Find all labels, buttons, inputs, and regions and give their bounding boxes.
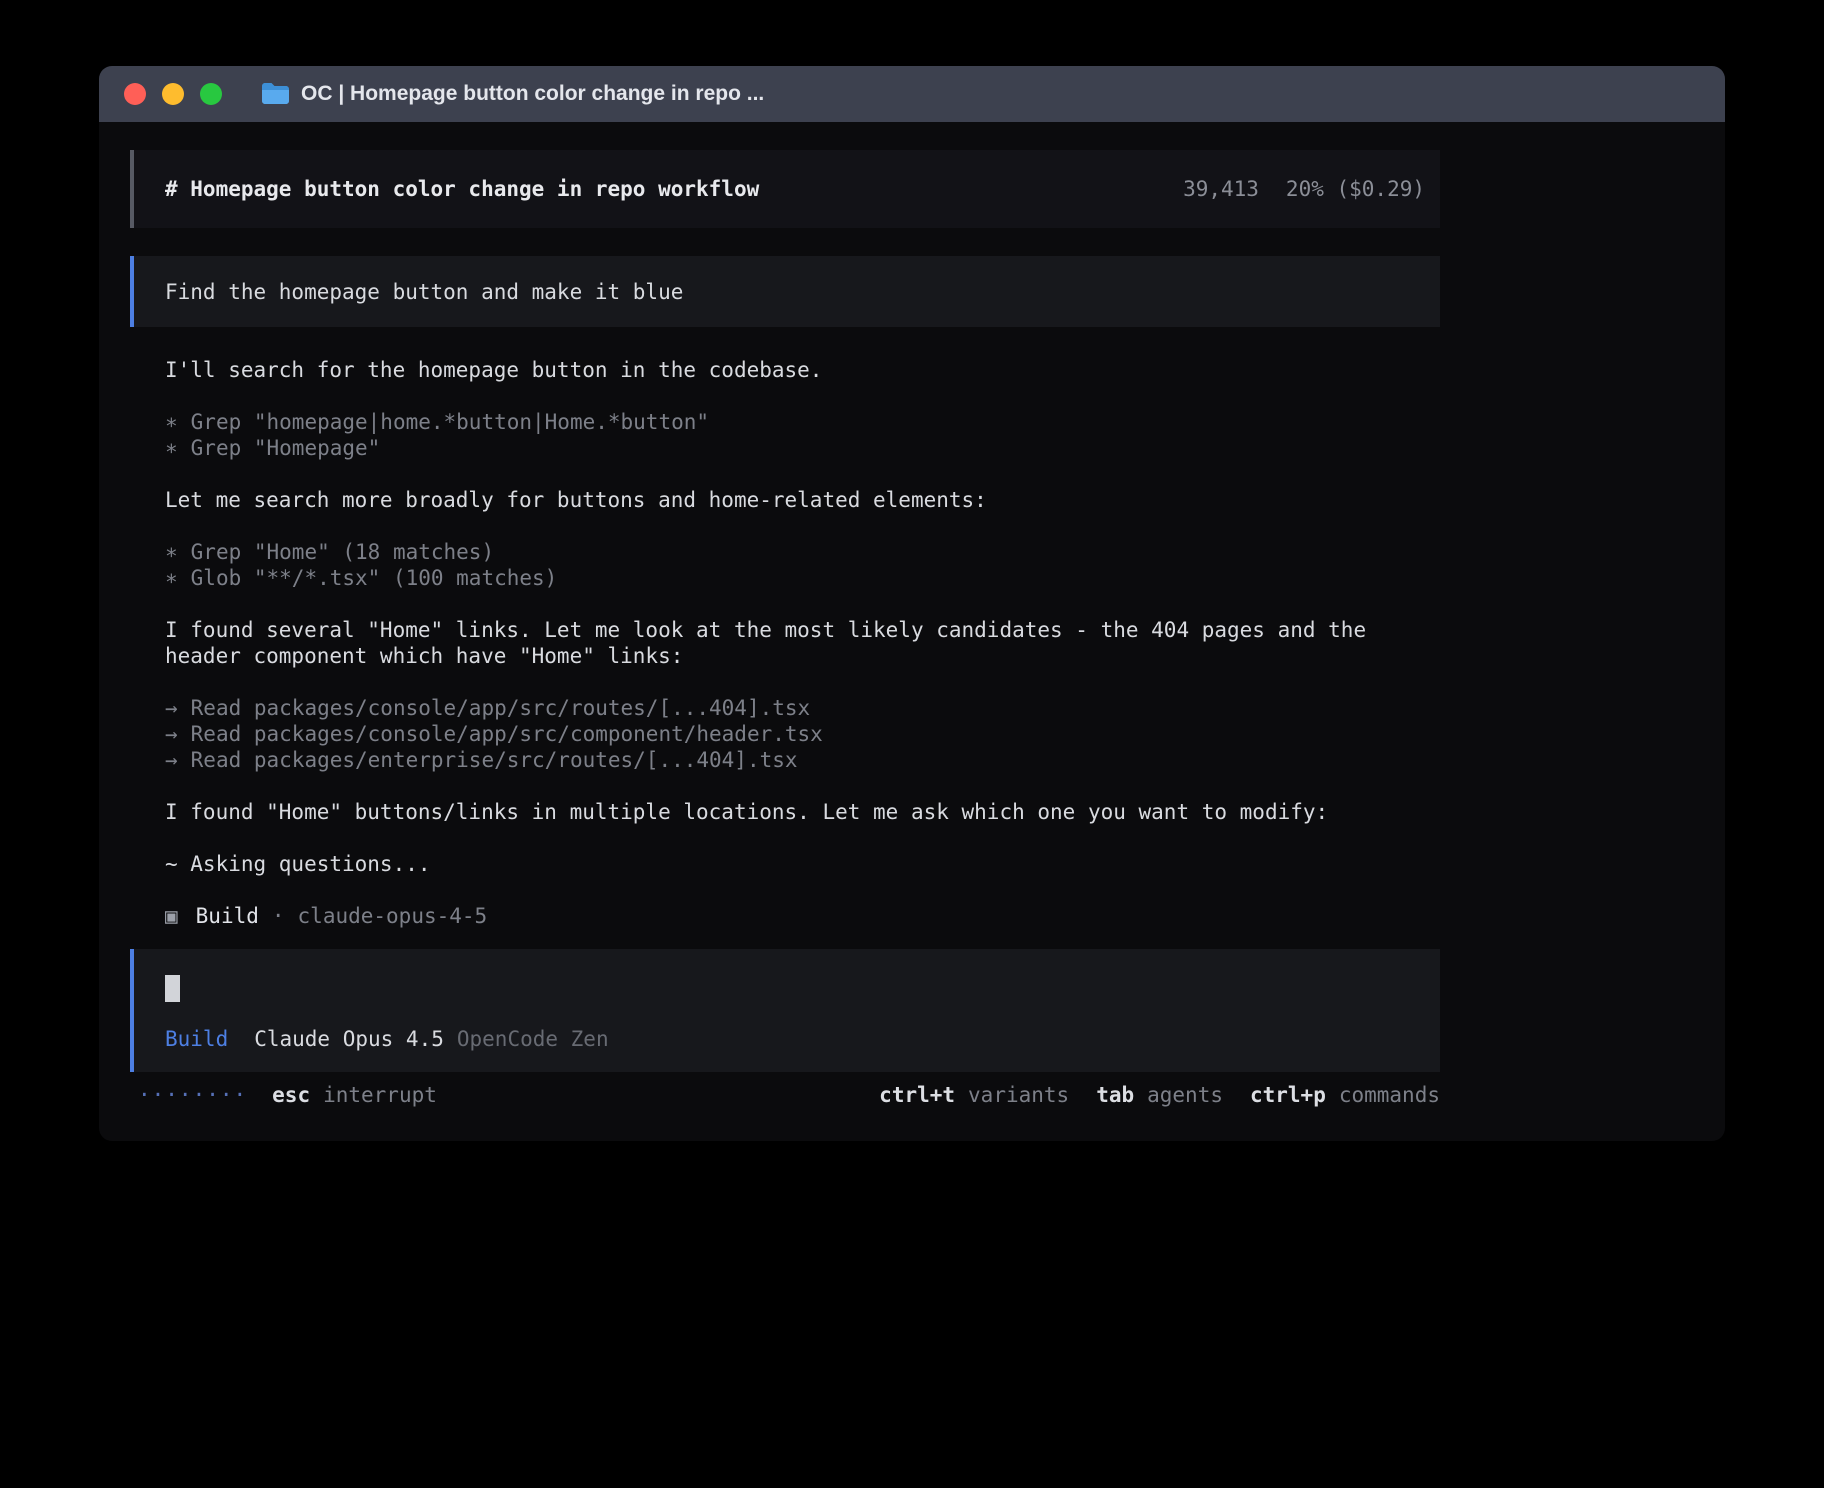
token-count: 39,413: [1183, 176, 1259, 202]
tool-call-text: Read packages/console/app/src/component/…: [191, 721, 823, 747]
tool-bullet-icon: ∗: [165, 435, 178, 461]
agent-name: Build: [196, 903, 259, 929]
tool-call: ∗ Grep "Homepage": [165, 435, 1440, 461]
model-name: Claude Opus 4.5: [254, 1026, 444, 1052]
session-meta: 39,413 20% ($0.29): [1183, 176, 1425, 202]
hint-label: interrupt: [323, 1082, 437, 1108]
tool-call-group: → Read packages/console/app/src/routes/[…: [165, 695, 1440, 773]
input-meta: Build Claude Opus 4.5 OpenCode Zen: [165, 1026, 1409, 1052]
key-tab: tab: [1096, 1082, 1134, 1108]
terminal-content: # Homepage button color change in repo w…: [99, 122, 1725, 1108]
traffic-lights: [124, 83, 222, 105]
assistant-message: I found "Home" buttons/links in multiple…: [165, 799, 1440, 825]
conversation: I'll search for the homepage button in t…: [130, 357, 1440, 929]
session-title: # Homepage button color change in repo w…: [165, 176, 759, 202]
hint-label: commands: [1339, 1082, 1440, 1108]
key-esc: esc: [272, 1082, 310, 1108]
titlebar[interactable]: OC | Homepage button color change in rep…: [99, 66, 1725, 122]
status-bar-left: ········ esc interrupt: [138, 1082, 437, 1108]
spinner-dots: ········: [138, 1082, 247, 1108]
tool-call: ∗ Grep "homepage|home.*button|Home.*butt…: [165, 409, 1440, 435]
agent-icon: ▣: [165, 903, 178, 929]
user-message: Find the homepage button and make it blu…: [130, 256, 1440, 327]
tool-call-text: Grep "Homepage": [191, 435, 381, 461]
tool-call-text: Grep "Home" (18 matches): [191, 539, 494, 565]
close-button[interactable]: [124, 83, 146, 105]
hint-label: agents: [1147, 1082, 1223, 1108]
prompt-input[interactable]: Build Claude Opus 4.5 OpenCode Zen: [130, 949, 1440, 1072]
tool-arrow-icon: →: [165, 721, 178, 747]
hint-agents: tab agents: [1096, 1082, 1223, 1108]
tool-bullet-icon: ∗: [165, 539, 178, 565]
folder-icon: [262, 83, 289, 105]
agent-model: claude-opus-4-5: [298, 903, 488, 929]
tool-call-text: Glob "**/*.tsx" (100 matches): [191, 565, 558, 591]
tool-call: ∗ Glob "**/*.tsx" (100 matches): [165, 565, 1440, 591]
key-ctrl-p: ctrl+p: [1250, 1082, 1326, 1108]
tool-call-text: Read packages/console/app/src/routes/[..…: [191, 695, 811, 721]
session-header: # Homepage button color change in repo w…: [130, 150, 1440, 228]
status-bar-right: ctrl+t variants tab agents ctrl+p comman…: [879, 1082, 1440, 1108]
tool-call: → Read packages/console/app/src/componen…: [165, 721, 1440, 747]
assistant-message: I'll search for the homepage button in t…: [165, 357, 1440, 383]
tool-arrow-icon: →: [165, 695, 178, 721]
hint-label: variants: [968, 1082, 1069, 1108]
text-cursor: [165, 975, 180, 1002]
tool-arrow-icon: →: [165, 747, 178, 773]
tool-call: → Read packages/console/app/src/routes/[…: [165, 695, 1440, 721]
status-asking-questions: ~ Asking questions...: [165, 851, 1440, 877]
tool-bullet-icon: ∗: [165, 565, 178, 591]
status-bar: ········ esc interrupt ctrl+t variants t…: [130, 1082, 1440, 1108]
assistant-message: Let me search more broadly for buttons a…: [165, 487, 1440, 513]
tool-call-group: ∗ Grep "Home" (18 matches) ∗ Glob "**/*.…: [165, 539, 1440, 591]
agent-separator: ·: [272, 903, 285, 929]
tool-call-text: Read packages/enterprise/src/routes/[...…: [191, 747, 798, 773]
tool-call: → Read packages/enterprise/src/routes/[.…: [165, 747, 1440, 773]
minimize-button[interactable]: [162, 83, 184, 105]
tool-bullet-icon: ∗: [165, 409, 178, 435]
agent-indicator: ▣ Build · claude-opus-4-5: [165, 903, 1440, 929]
provider-name: OpenCode Zen: [457, 1026, 609, 1052]
zoom-button[interactable]: [200, 83, 222, 105]
hint-commands: ctrl+p commands: [1250, 1082, 1440, 1108]
user-message-text: Find the homepage button and make it blu…: [165, 279, 683, 305]
tool-call-text: Grep "homepage|home.*button|Home.*button…: [191, 409, 709, 435]
input-mode-badge: Build: [165, 1026, 228, 1052]
tool-call: ∗ Grep "Home" (18 matches): [165, 539, 1440, 565]
hint-variants: ctrl+t variants: [879, 1082, 1069, 1108]
window-title-group: OC | Homepage button color change in rep…: [262, 82, 764, 106]
terminal-window: OC | Homepage button color change in rep…: [99, 66, 1725, 1141]
context-usage: 20% ($0.29): [1286, 176, 1425, 202]
window-title: OC | Homepage button color change in rep…: [301, 82, 764, 106]
hint-interrupt: esc interrupt: [272, 1082, 437, 1108]
assistant-message: I found several "Home" links. Let me loo…: [165, 617, 1440, 669]
key-ctrl-t: ctrl+t: [879, 1082, 955, 1108]
tool-call-group: ∗ Grep "homepage|home.*button|Home.*butt…: [165, 409, 1440, 461]
